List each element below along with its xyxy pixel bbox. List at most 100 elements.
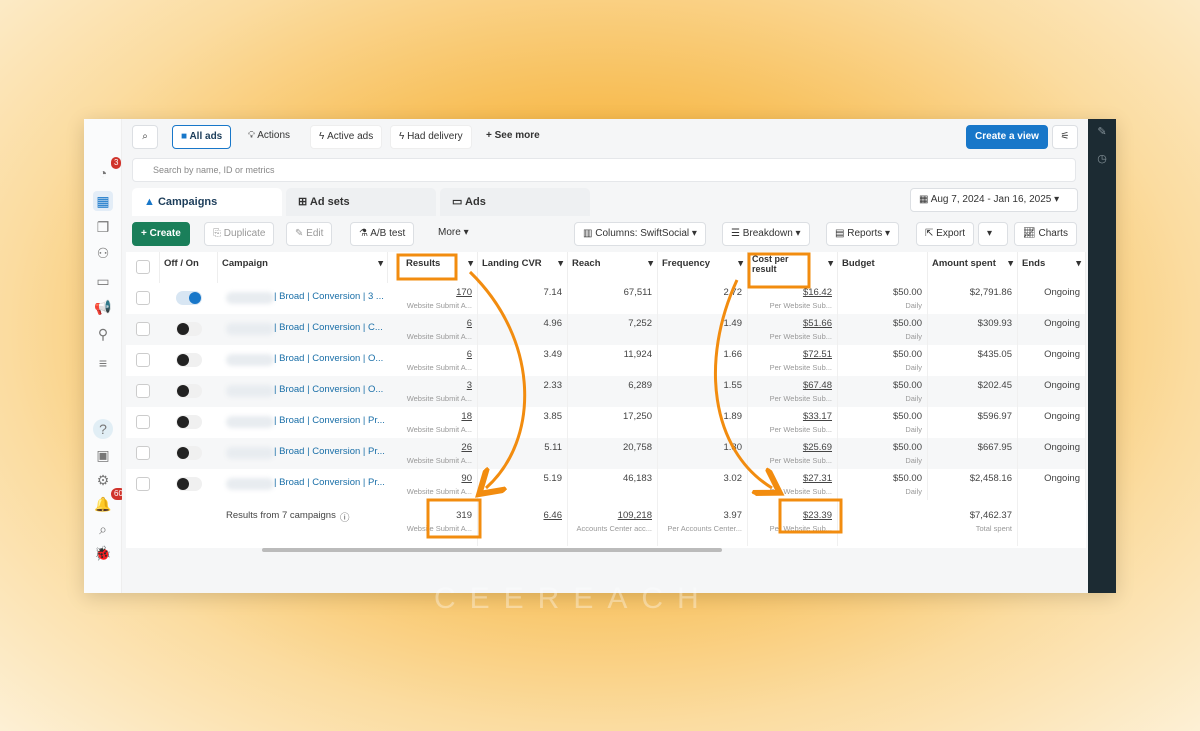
export-label: Export bbox=[936, 228, 966, 239]
pencil-icon[interactable]: ✎ bbox=[1088, 125, 1116, 138]
results-cell[interactable]: 6 Website Submit A... bbox=[388, 345, 478, 376]
on-off-toggle[interactable] bbox=[176, 322, 202, 336]
on-off-toggle[interactable] bbox=[176, 353, 202, 367]
bell-icon[interactable]: 🔔 60 bbox=[93, 488, 126, 514]
edit-button[interactable]: ✎ Edit bbox=[286, 222, 333, 246]
col-ends[interactable]: Ends ▾ bbox=[1018, 252, 1086, 283]
reports-dropdown[interactable]: ▤ Reports ▾ bbox=[826, 222, 900, 246]
col-amount-spent[interactable]: Amount spent ▾ bbox=[928, 252, 1018, 283]
results-cell[interactable]: 3 Website Submit A... bbox=[388, 376, 478, 407]
clock-icon[interactable]: ◷ bbox=[1088, 152, 1116, 165]
horizontal-scrollbar[interactable] bbox=[262, 548, 722, 552]
row-checkbox[interactable] bbox=[136, 415, 150, 429]
campaign-name-link[interactable]: | Broad | Conversion | Pr... bbox=[274, 446, 385, 457]
row-checkbox[interactable] bbox=[136, 322, 150, 336]
row-checkbox[interactable] bbox=[136, 353, 150, 367]
tab-ad-sets[interactable]: ⊞ Ad sets bbox=[286, 188, 436, 216]
export-dropdown[interactable]: ▾ bbox=[978, 222, 1008, 246]
create-button[interactable]: + Create bbox=[132, 222, 190, 246]
customize-icon[interactable]: ⚟ bbox=[1052, 125, 1078, 149]
pages-icon[interactable]: ❐ bbox=[93, 217, 113, 237]
campaign-name-link[interactable]: | Broad | Conversion | 3 ... bbox=[274, 291, 384, 302]
create-view-button[interactable]: Create a view bbox=[966, 125, 1048, 149]
had-delivery-label: Had delivery bbox=[407, 131, 463, 142]
results-cell[interactable]: 26 Website Submit A... bbox=[388, 438, 478, 469]
tab-campaigns[interactable]: ▲ Campaigns bbox=[132, 188, 282, 216]
more-dropdown[interactable]: More ▾ bbox=[430, 222, 477, 246]
breakdown-dropdown[interactable]: ☰ Breakdown ▾ bbox=[722, 222, 810, 246]
on-off-toggle[interactable] bbox=[176, 446, 202, 460]
campaign-name-link[interactable]: | Broad | Conversion | C... bbox=[274, 322, 383, 333]
col-frequency[interactable]: Frequency ▾ bbox=[658, 252, 748, 283]
megaphone-icon[interactable]: 📢 bbox=[93, 297, 113, 317]
notifications-icon[interactable]: ◔ 3 bbox=[93, 157, 122, 183]
cpr-cell[interactable]: $25.69 Per Website Sub... bbox=[748, 438, 838, 469]
see-more-button[interactable]: + See more bbox=[478, 125, 548, 149]
duplicate-button[interactable]: ⎘ Duplicate bbox=[204, 222, 275, 246]
charts-button[interactable]: 📈︎ Charts bbox=[1014, 222, 1077, 246]
col-off-on[interactable]: Off / On bbox=[160, 252, 218, 283]
cpr-cell[interactable]: $51.66 Per Website Sub... bbox=[748, 314, 838, 345]
col-results[interactable]: Results ▾ bbox=[388, 252, 478, 283]
total-cpr[interactable]: $23.39 Per Website Sub... bbox=[748, 500, 838, 546]
export-button[interactable]: ⇱ Export bbox=[916, 222, 975, 246]
menu-icon[interactable]: ≡ bbox=[93, 353, 113, 373]
campaign-name-link[interactable]: | Broad | Conversion | Pr... bbox=[274, 415, 385, 426]
actions-filter[interactable]: 💡︎ Actions bbox=[240, 125, 298, 149]
all-ads-filter[interactable]: ■ All ads bbox=[172, 125, 232, 149]
bug-icon[interactable]: 🐞 bbox=[93, 543, 113, 563]
col-landing-cvr[interactable]: Landing CVR ▾ bbox=[478, 252, 568, 283]
redacted-name bbox=[226, 385, 274, 397]
audiences-icon[interactable]: ⚇ bbox=[93, 243, 113, 263]
cpr-cell[interactable]: $33.17 Per Website Sub... bbox=[748, 407, 838, 438]
help-icon[interactable]: ? bbox=[93, 419, 113, 439]
total-spent-value: $7,462.37 bbox=[969, 510, 1012, 521]
settings-icon[interactable]: ⚙ bbox=[93, 470, 113, 490]
cpr-cell[interactable]: $16.42 Per Website Sub... bbox=[748, 283, 838, 314]
campaign-name-link[interactable]: | Broad | Conversion | O... bbox=[274, 353, 383, 364]
cpr-cell[interactable]: $27.31 Per Website Sub... bbox=[748, 469, 838, 500]
on-off-toggle[interactable] bbox=[176, 415, 202, 429]
date-range-picker[interactable]: ▦ Aug 7, 2024 - Jan 16, 2025 ▾ bbox=[910, 188, 1078, 212]
on-off-toggle[interactable] bbox=[176, 477, 202, 491]
results-cell[interactable]: 6 Website Submit A... bbox=[388, 314, 478, 345]
col-reach[interactable]: Reach ▾ bbox=[568, 252, 658, 283]
search-icon[interactable]: ⌕ bbox=[93, 519, 113, 539]
news-icon[interactable]: ▣ bbox=[93, 445, 113, 465]
ends-cell: Ongoing bbox=[1018, 469, 1086, 500]
total-cvr[interactable]: 6.46 bbox=[478, 500, 568, 546]
row-checkbox[interactable] bbox=[136, 291, 150, 305]
billing-icon[interactable]: ▭ bbox=[93, 271, 113, 291]
search-button[interactable]: ⌕ bbox=[132, 125, 158, 149]
budget-cell-value: $50.00 bbox=[892, 442, 922, 453]
on-off-toggle[interactable] bbox=[176, 384, 202, 398]
active-ads-filter[interactable]: ϟ Active ads bbox=[310, 125, 383, 149]
campaigns-table-icon[interactable]: ▦ bbox=[93, 191, 113, 211]
total-reach[interactable]: 109,218 Accounts Center acc... bbox=[568, 500, 658, 546]
results-cell[interactable]: 170 Website Submit A... bbox=[388, 283, 478, 314]
col-budget[interactable]: Budget bbox=[838, 252, 928, 283]
tab-ads[interactable]: ▭ Ads bbox=[440, 188, 590, 216]
col-campaign[interactable]: Campaign ▾ bbox=[218, 252, 388, 283]
search-input[interactable]: Search by name, ID or metrics bbox=[132, 158, 1076, 182]
on-off-toggle[interactable] bbox=[176, 291, 202, 305]
row-checkbox[interactable] bbox=[136, 477, 150, 491]
cpr-cell[interactable]: $72.51 Per Website Sub... bbox=[748, 345, 838, 376]
total-results-value: 319 bbox=[456, 510, 472, 521]
select-all-checkbox[interactable] bbox=[136, 260, 150, 274]
watermark: CEEREACH bbox=[434, 582, 713, 615]
row-checkbox[interactable] bbox=[136, 384, 150, 398]
results-cell[interactable]: 18 Website Submit A... bbox=[388, 407, 478, 438]
campaign-name-link[interactable]: | Broad | Conversion | Pr... bbox=[274, 477, 385, 488]
results-cell[interactable]: 90 Website Submit A... bbox=[388, 469, 478, 500]
row-checkbox[interactable] bbox=[136, 446, 150, 460]
network-icon[interactable]: ⚲ bbox=[93, 324, 113, 344]
columns-dropdown[interactable]: ▥ Columns: SwiftSocial ▾ bbox=[574, 222, 706, 246]
calendar-icon: ▦ bbox=[919, 194, 931, 205]
col-cost-per-result[interactable]: Cost per result ▾ bbox=[748, 252, 838, 283]
ab-test-button[interactable]: ⚗ A/B test bbox=[350, 222, 415, 246]
cpr-cell-sub: Per Website Sub... bbox=[769, 301, 832, 310]
campaign-name-link[interactable]: | Broad | Conversion | O... bbox=[274, 384, 383, 395]
cpr-cell[interactable]: $67.48 Per Website Sub... bbox=[748, 376, 838, 407]
had-delivery-filter[interactable]: ϟ Had delivery bbox=[390, 125, 472, 149]
